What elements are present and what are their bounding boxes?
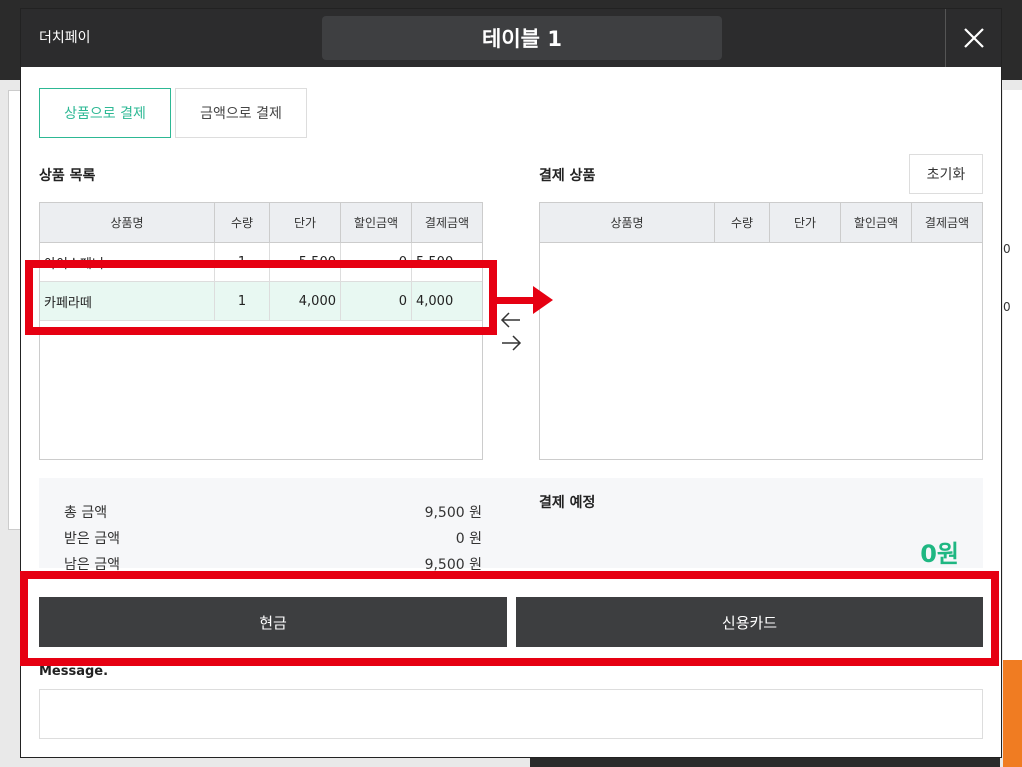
background-orange-button <box>1003 660 1022 767</box>
background-number: 0 <box>1003 242 1011 256</box>
table-title: 테이블 1 <box>322 16 722 60</box>
reset-button[interactable]: 초기화 <box>909 154 983 194</box>
scheduled-amount: 0원 <box>920 540 959 568</box>
brand-label: 더치페이 <box>39 30 91 46</box>
column-header: 상품명 <box>40 203 215 242</box>
background-number: 0 <box>1003 300 1011 314</box>
message-input[interactable] <box>39 689 983 739</box>
column-header: 수량 <box>715 203 770 242</box>
background-bottom-tabs <box>530 757 1000 767</box>
payment-list-title: 결제 상품 <box>539 168 596 184</box>
close-button[interactable] <box>945 9 1001 67</box>
received-label: 받은 금액 <box>64 531 120 547</box>
total-label: 총 금액 <box>64 505 108 521</box>
highlight-box-selected-row <box>25 260 497 335</box>
column-header: 할인금액 <box>341 203 412 242</box>
column-header: 상품명 <box>540 203 715 242</box>
column-header: 할인금액 <box>841 203 912 242</box>
product-list-title: 상품 목록 <box>39 168 96 184</box>
tab-pay-by-product[interactable]: 상품으로 결제 <box>39 88 171 138</box>
modal-header: 더치페이 테이블 1 <box>21 9 1001 67</box>
red-arrow-icon <box>497 286 553 314</box>
column-header: 결제금액 <box>924 216 970 230</box>
table-header: 상품명 수량 단가 할인금액 결제금액 <box>40 203 482 243</box>
column-header: 수량 <box>215 203 270 242</box>
summary-row-received: 받은 금액 0 원 <box>64 528 482 548</box>
background-right-panel <box>1003 90 1022 690</box>
summary-row-total: 총 금액 9,500 원 <box>64 502 482 522</box>
message-label: Message. <box>39 664 109 679</box>
column-header: 결제금액 <box>424 216 470 230</box>
scheduled-label: 결제 예정 <box>539 495 596 511</box>
payment-list-table: 상품명 수량 단가 할인금액 결제금액 <box>539 202 983 460</box>
tab-pay-by-amount[interactable]: 금액으로 결제 <box>175 88 307 138</box>
payment-summary: 총 금액 9,500 원 받은 금액 0 원 남은 금액 9,500 원 결제 … <box>39 478 983 573</box>
highlight-box-payment-buttons <box>20 571 999 666</box>
column-header: 단가 <box>270 203 341 242</box>
total-value: 9,500 원 <box>424 505 482 521</box>
close-icon <box>963 28 984 48</box>
table-header: 상품명 수량 단가 할인금액 결제금액 <box>540 203 982 243</box>
column-header: 단가 <box>770 203 841 242</box>
received-value: 0 원 <box>455 531 482 547</box>
